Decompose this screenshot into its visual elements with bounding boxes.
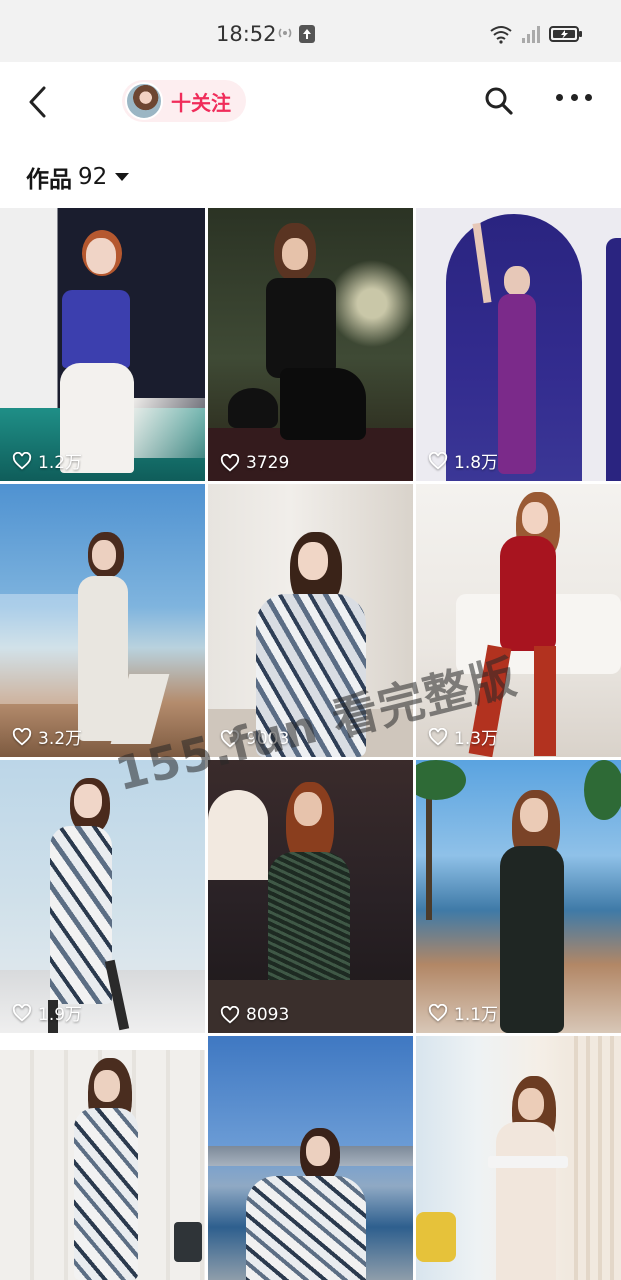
video-tile[interactable] — [416, 1036, 621, 1280]
like-count-value: 1.9万 — [38, 1005, 83, 1025]
status-time: 18:52 — [216, 22, 277, 46]
heart-icon — [12, 727, 32, 746]
works-dropdown[interactable]: 作品 92 — [26, 160, 130, 194]
video-tile[interactable]: 3.2万 — [0, 484, 205, 757]
video-tile[interactable]: 8093 — [208, 760, 413, 1033]
like-count: 1.2万 — [12, 448, 82, 473]
signal-icon — [522, 26, 540, 43]
heart-icon — [428, 727, 448, 746]
video-tile[interactable] — [208, 1036, 413, 1280]
works-label: 作品 — [26, 167, 72, 193]
like-count-value: 1.1万 — [454, 1005, 499, 1025]
upload-icon — [299, 25, 315, 43]
like-count: 3729 — [220, 453, 289, 473]
like-count: 8093 — [220, 1005, 289, 1025]
heart-icon — [12, 451, 32, 470]
back-arrow-icon[interactable] — [24, 84, 54, 120]
works-count: 92 — [78, 164, 108, 190]
like-count-value: 3729 — [246, 453, 290, 473]
status-bar: 18:52 — [0, 0, 621, 62]
heart-icon — [428, 451, 448, 470]
avatar[interactable] — [125, 82, 163, 120]
heart-icon — [220, 1006, 240, 1024]
search-icon[interactable] — [484, 86, 514, 116]
like-count-value: 1.2万 — [38, 453, 83, 473]
follow-button[interactable]: 十关注 — [122, 80, 246, 122]
video-tile[interactable]: 1.2万 — [0, 208, 205, 481]
like-count-value: 1.8万 — [454, 453, 499, 473]
like-count: 1.3万 — [428, 724, 498, 749]
like-count-value: 1.3万 — [454, 729, 499, 749]
video-tile[interactable]: 1.9万 — [0, 760, 205, 1033]
hotspot-icon — [278, 28, 292, 38]
follow-label: 十关注 — [171, 90, 231, 115]
heart-icon — [428, 1003, 448, 1022]
battery-icon — [549, 26, 582, 42]
wifi-icon — [490, 26, 512, 44]
heart-icon — [12, 1003, 32, 1022]
video-tile[interactable]: 1.8万 — [416, 208, 621, 481]
video-tile[interactable] — [0, 1036, 205, 1280]
nav-bar: 十关注 — [0, 62, 621, 146]
like-count-value: 3.2万 — [38, 729, 83, 749]
like-count: 1.8万 — [428, 448, 498, 473]
like-count-value: 8093 — [246, 1005, 290, 1025]
like-count: 1.1万 — [428, 1000, 498, 1025]
video-tile[interactable]: 3729 — [208, 208, 413, 481]
caret-down-icon — [115, 173, 130, 181]
more-icon[interactable] — [556, 94, 592, 106]
heart-icon — [220, 454, 240, 472]
like-count: 3.2万 — [12, 724, 82, 749]
like-count: 1.9万 — [12, 1000, 82, 1025]
video-tile[interactable]: 1.1万 — [416, 760, 621, 1033]
